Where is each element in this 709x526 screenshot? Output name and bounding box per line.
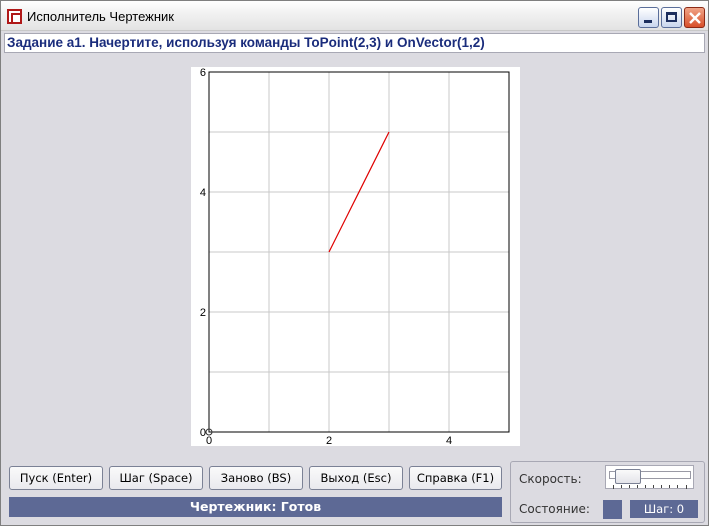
step-button[interactable]: Шаг (Space) — [109, 466, 203, 490]
control-panel: Скорость: Состояние: Шаг: 0 — [510, 461, 705, 523]
close-button[interactable] — [684, 7, 705, 28]
task-panel: Задание а1. Начертите, используя команды… — [4, 33, 705, 53]
y-tick-label: 2 — [200, 307, 206, 319]
run-button[interactable]: Пуск (Enter) — [9, 466, 103, 490]
x-tick-label: 4 — [446, 435, 452, 446]
title-bar[interactable]: Исполнитель Чертежник — [1, 1, 708, 31]
speed-slider[interactable] — [605, 465, 694, 489]
app-icon — [7, 9, 22, 24]
help-button[interactable]: Справка (F1) — [409, 466, 502, 490]
minimize-icon — [644, 20, 652, 23]
status-bar: Чертежник: Готов — [9, 497, 502, 517]
speed-label: Скорость: — [519, 472, 582, 486]
maximize-icon — [666, 12, 677, 22]
y-tick-label: 6 — [200, 67, 206, 79]
window-title: Исполнитель Чертежник — [27, 9, 174, 24]
state-indicator — [603, 500, 622, 519]
slider-ticks — [613, 485, 687, 489]
drawing-canvas: 0 2 4 0 2 4 6 — [191, 67, 520, 446]
maximize-button[interactable] — [661, 7, 682, 28]
exit-button[interactable]: Выход (Esc) — [309, 466, 403, 490]
y-tick-label: 4 — [200, 187, 206, 199]
coordinate-plot: 0 2 4 0 2 4 6 — [200, 67, 510, 446]
step-counter: Шаг: 0 — [630, 500, 698, 518]
minimize-button[interactable] — [638, 7, 659, 28]
close-icon — [689, 12, 701, 24]
x-tick-label: 2 — [326, 435, 332, 446]
slider-thumb[interactable] — [614, 469, 641, 484]
task-description: Задание а1. Начертите, используя команды… — [7, 35, 485, 50]
restart-button[interactable]: Заново (BS) — [209, 466, 303, 490]
app-window: Исполнитель Чертежник Задание а1. Начерт… — [0, 0, 709, 526]
y-tick-label: 0 — [200, 427, 206, 439]
state-label: Состояние: — [519, 502, 590, 516]
x-tick-label: 0 — [206, 435, 212, 446]
